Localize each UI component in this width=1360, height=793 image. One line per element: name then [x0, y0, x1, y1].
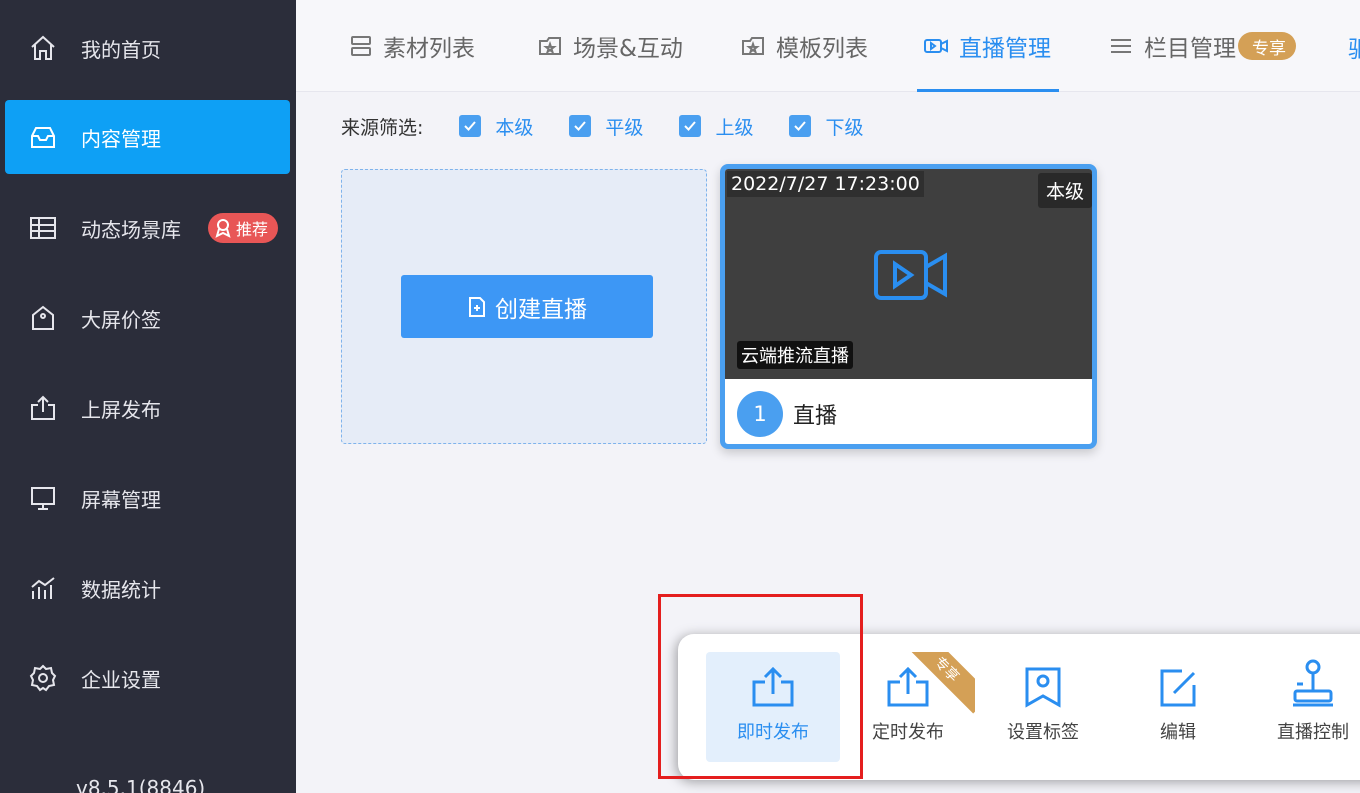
- add-file-icon: [469, 296, 485, 317]
- live-video-icon: [924, 39, 948, 53]
- create-live-button[interactable]: 创建直播: [401, 275, 653, 338]
- tab-live-management[interactable]: 直播管理: [917, 0, 1059, 92]
- filter-option-label: 本级: [495, 116, 534, 139]
- sidebar-item-label: 屏幕管理: [81, 487, 161, 512]
- live-name: 直播: [793, 404, 838, 429]
- live-video-icon: [874, 250, 947, 300]
- inbox-icon: [27, 121, 59, 153]
- sidebar-item-settings[interactable]: 企业设置: [5, 641, 290, 715]
- tab-label: 栏目管理: [1144, 36, 1236, 62]
- sidebar-item-home[interactable]: 我的首页: [5, 11, 290, 85]
- filter-checkbox-upper[interactable]: 上级: [679, 113, 753, 140]
- live-thumbnail: 2022/7/27 17:23:00 本级 云端推流直播: [725, 169, 1092, 379]
- recommend-badge: 推荐: [208, 213, 279, 243]
- action-bar: 即时发布 专享 定时发布 设置标签 编辑 直播控制: [678, 634, 1360, 780]
- filter-checkbox-self[interactable]: 本级: [459, 113, 533, 140]
- live-control-button[interactable]: 直播控制: [1246, 652, 1360, 762]
- table-icon: [27, 212, 59, 244]
- schedule-publish-button[interactable]: 专享 定时发布: [841, 652, 975, 762]
- upload-icon: [752, 666, 794, 707]
- live-card-footer: 1 直播: [725, 379, 1092, 444]
- sidebar-item-label: 动态场景库: [81, 217, 181, 242]
- live-index-badge: 1: [737, 391, 783, 437]
- exclusive-tag: 专享: [1238, 32, 1296, 60]
- filter-label: 来源筛选:: [341, 116, 424, 139]
- action-label: 定时发布: [872, 722, 944, 743]
- tab-material-list[interactable]: 素材列表: [349, 0, 475, 92]
- template-icon: [742, 37, 764, 55]
- checkmark-icon: [569, 115, 592, 137]
- sidebar-item-label: 数据统计: [81, 577, 161, 602]
- upload-icon: [887, 666, 929, 707]
- publish-now-button[interactable]: 即时发布: [706, 652, 840, 762]
- sidebar-item-label: 大屏价签: [81, 307, 161, 332]
- gear-icon: [27, 662, 59, 694]
- live-card[interactable]: 2022/7/27 17:23:00 本级 云端推流直播 1 直播: [720, 164, 1097, 449]
- action-label: 即时发布: [737, 722, 809, 743]
- source-filter: 来源筛选: 本级 平级 上级 下级: [341, 110, 863, 142]
- menu-lines-icon: [1111, 39, 1131, 53]
- action-label: 直播控制: [1277, 722, 1349, 743]
- home-icon: [27, 32, 59, 64]
- sidebar-item-stats[interactable]: 数据统计: [5, 551, 290, 625]
- bookmark-icon: [1025, 667, 1061, 708]
- sidebar-item-label: 上屏发布: [81, 397, 161, 422]
- tab-overflow-text[interactable]: 驱: [1348, 30, 1360, 64]
- filter-option-label: 上级: [715, 116, 754, 139]
- monitor-icon: [27, 482, 59, 514]
- upload-icon: [27, 392, 59, 424]
- chart-icon: [27, 572, 59, 604]
- live-level-badge: 本级: [1037, 173, 1092, 208]
- tab-label: 场景&互动: [573, 36, 683, 62]
- material-list-icon: [351, 36, 371, 56]
- create-live-label: 创建直播: [495, 296, 587, 323]
- top-tabs: 素材列表 场景&互动 模板列表 直播管理 栏目管理 专享: [296, 0, 1360, 92]
- sidebar-item-screen[interactable]: 屏幕管理: [5, 461, 290, 535]
- live-type-label: 云端推流直播: [737, 341, 853, 369]
- checkmark-icon: [679, 115, 702, 137]
- price-tag-icon: [27, 302, 59, 334]
- version-label: v8.5.1(8846): [76, 776, 206, 793]
- sidebar-item-label: 内容管理: [81, 126, 161, 151]
- sidebar-item-content[interactable]: 内容管理: [5, 100, 290, 174]
- live-time: 2022/7/27 17:23:00: [727, 171, 924, 197]
- filter-option-label: 平级: [605, 116, 644, 139]
- tab-label: 模板列表: [776, 36, 868, 62]
- joystick-icon: [1293, 659, 1333, 707]
- filter-option-label: 下级: [825, 116, 864, 139]
- edit-button[interactable]: 编辑: [1111, 652, 1245, 762]
- set-tag-button[interactable]: 设置标签: [976, 652, 1110, 762]
- checkmark-icon: [459, 115, 482, 137]
- filter-checkbox-lower[interactable]: 下级: [789, 113, 863, 140]
- create-live-card: 创建直播: [341, 169, 707, 444]
- filter-checkbox-peer[interactable]: 平级: [569, 113, 643, 140]
- sidebar-item-price-tag[interactable]: 大屏价签: [5, 281, 290, 355]
- sidebar-item-label: 我的首页: [81, 37, 161, 62]
- action-label: 设置标签: [1007, 722, 1079, 743]
- tab-label: 素材列表: [383, 36, 475, 62]
- tab-scene-interaction[interactable]: 场景&互动: [537, 0, 683, 92]
- award-icon: [215, 219, 231, 238]
- sidebar-item-label: 企业设置: [81, 667, 161, 692]
- tab-column-management[interactable]: 栏目管理 专享: [1108, 0, 1296, 92]
- sidebar-item-publish[interactable]: 上屏发布: [5, 371, 290, 445]
- edit-icon: [1160, 669, 1196, 707]
- sidebar-item-scene-library[interactable]: 动态场景库 推荐: [5, 191, 290, 265]
- badge-label: 推荐: [236, 220, 269, 239]
- checkmark-icon: [789, 115, 812, 137]
- action-label: 编辑: [1160, 722, 1196, 743]
- tab-template-list[interactable]: 模板列表: [740, 0, 868, 92]
- sidebar: 我的首页 内容管理 动态场景库 推荐 大屏价签 上屏发布 屏幕管理 数据统计 企…: [0, 0, 296, 793]
- scene-icon: [539, 37, 561, 55]
- tab-label: 直播管理: [959, 36, 1051, 62]
